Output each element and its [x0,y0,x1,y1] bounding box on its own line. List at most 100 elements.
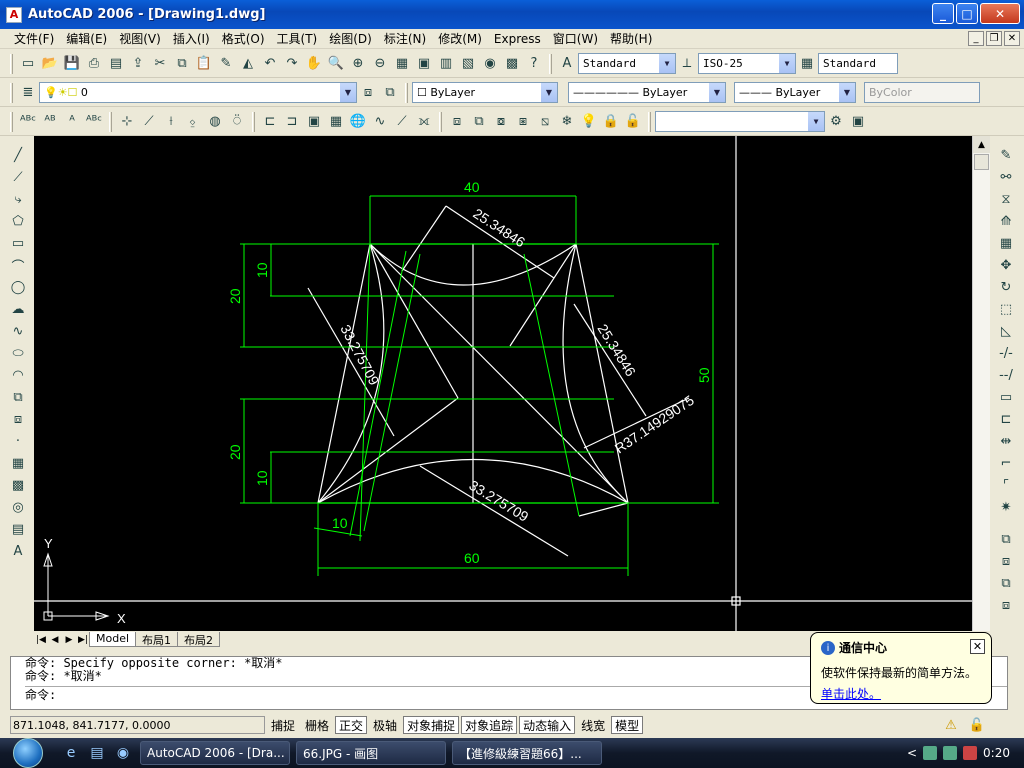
image-icon[interactable]: ▣ [303,111,325,133]
menu-view[interactable]: 视图(V) [113,30,167,47]
draworder-back-icon[interactable]: ⧈ [995,550,1017,572]
prev-tab-icon[interactable]: ◀ [48,633,62,646]
paste-icon[interactable]: 📋 [193,53,215,75]
arc-icon[interactable]: ⌒ [7,254,29,276]
autocad-icon[interactable]: A [6,6,22,23]
extend-icon[interactable]: --/ [995,364,1017,386]
break-point-icon[interactable]: ▭ [995,386,1017,408]
layer-tool6-icon[interactable]: ❄ [556,111,578,133]
layer-tool1-icon[interactable]: ⧈ [446,111,468,133]
inquiry-region-icon[interactable]: ⍥ [226,111,248,133]
menu-insert[interactable]: 插入(I) [167,30,216,47]
ole-icon[interactable]: ∿ [369,111,391,133]
layer-tool4-icon[interactable]: ⧆ [512,111,534,133]
ortho-toggle[interactable]: 正交 [335,716,368,734]
scroll-thumb[interactable] [974,154,989,170]
viewport-icon[interactable]: ▣ [847,111,869,133]
copy-icon[interactable]: ⧉ [171,53,193,75]
ellipse-icon[interactable]: ⬭ [7,342,29,364]
scroll-up-icon[interactable]: ▲ [973,136,990,153]
layer-tool2-icon[interactable]: ⧉ [468,111,490,133]
open-icon[interactable]: 📂 [39,53,61,75]
otrack-toggle[interactable]: 对象追踪 [461,716,518,734]
camera-icon[interactable]: ⚙ [825,111,847,133]
maximize-button[interactable]: □ [956,3,978,24]
inquiry-distance-icon[interactable]: ⊹ [116,111,138,133]
make-current-icon[interactable]: ⧈ [357,82,379,104]
sheet-set-icon[interactable]: ▧ [457,53,479,75]
inquiry-mass-icon[interactable]: ◍ [204,111,226,133]
folder-icon[interactable]: ▤ [86,742,108,764]
balloon-link[interactable]: 单击此处。 [821,685,981,702]
menu-window[interactable]: 窗口(W) [547,30,604,47]
explode-icon[interactable]: ✷ [995,496,1017,518]
menu-tools[interactable]: 工具(T) [271,30,324,47]
draworder-above-icon[interactable]: ⧉ [995,572,1017,594]
vertical-scrollbar[interactable]: ▲ [972,136,990,631]
zoom-previous-icon[interactable]: ⊖ [369,53,391,75]
pan-icon[interactable]: ✋ [303,53,325,75]
first-tab-icon[interactable]: |◀ [34,633,48,646]
trim-icon[interactable]: -/- [995,342,1017,364]
dyn-toggle[interactable]: 动态输入 [519,716,576,734]
ie-icon[interactable]: e [60,742,82,764]
tray-arrow-icon[interactable]: < [907,746,917,760]
hatch-icon[interactable]: ▦ [7,452,29,474]
text-style-select[interactable]: Standard ▼ [578,53,676,74]
osnap-toggle[interactable]: 对象捕捉 [403,716,460,734]
draworder-under-icon[interactable]: ⧈ [995,594,1017,616]
menu-draw[interactable]: 绘图(D) [323,30,378,47]
close-icon[interactable]: ✕ [970,639,985,654]
gradient-icon[interactable]: ▩ [7,474,29,496]
mtext-icon[interactable]: A [7,540,29,562]
polar-toggle[interactable]: 极轴 [369,716,401,734]
spell-icon[interactable]: ᴬᴮᶜ [17,111,39,133]
view-select[interactable]: ▼ [655,111,825,132]
block-icon[interactable]: ⊏ [259,111,281,133]
menu-dimension[interactable]: 标注(N) [378,30,432,47]
undo-icon[interactable]: ↶ [259,53,281,75]
stretch-icon[interactable]: ◺ [995,320,1017,342]
network-icon[interactable] [923,746,938,760]
task-browser[interactable]: 【進修級練習題66】... [452,741,602,765]
layer-select[interactable]: 💡☀☐ 0 ▼ [39,82,357,103]
offset-icon[interactable]: ⟰ [995,210,1017,232]
drawing-canvas[interactable]: 40 25.34846 20 10 50 33.275709 25.34846 … [34,136,972,631]
polygon-icon[interactable]: ⬠ [7,210,29,232]
shield-icon[interactable] [943,746,958,760]
raster-icon[interactable]: ▦ [325,111,347,133]
calculator-icon[interactable]: ▩ [501,53,523,75]
fillet-icon[interactable]: ⌜ [995,474,1017,496]
array-icon[interactable]: ▦ [995,232,1017,254]
model-toggle[interactable]: 模型 [611,716,644,734]
menu-express[interactable]: Express [488,32,547,46]
scale-text-icon[interactable]: ᴬᴮᶜ [83,111,105,133]
lineweight-select[interactable]: ——— ByLayer ▼ [734,82,856,103]
circle-icon[interactable]: ◯ [7,276,29,298]
volume-icon[interactable] [963,746,978,760]
tab-model[interactable]: Model [89,632,137,647]
hyperlink-icon[interactable]: 🌐 [347,111,369,133]
inquiry-list-icon[interactable]: ⟊ [160,111,182,133]
layer-previous-icon[interactable]: ⧉ [379,82,401,104]
start-button[interactable] [0,738,56,768]
dim-style-select[interactable]: ISO-25 ▼ [698,53,796,74]
layer-tool3-icon[interactable]: ⧇ [490,111,512,133]
match-icon[interactable]: ✎ [215,53,237,75]
construction-line-icon[interactable]: ⟋ [7,166,29,188]
clock[interactable]: 0:20 [983,746,1010,760]
properties-icon[interactable]: ▦ [391,53,413,75]
layer-manager-icon[interactable]: ≣ [17,82,39,104]
ellipse-arc-icon[interactable]: ◠ [7,364,29,386]
layer-unlock-icon[interactable]: 🔓 [622,111,644,133]
minimize-button[interactable]: _ [932,3,954,24]
line-icon[interactable]: ╱ [7,144,29,166]
xref-icon[interactable]: ⟋ [391,111,413,133]
task-paint[interactable]: 66.JPG - 画图 [296,741,446,765]
tab-layout1[interactable]: 布局1 [135,632,179,647]
tab-layout2[interactable]: 布局2 [177,632,221,647]
tool-palettes-icon[interactable]: ▥ [435,53,457,75]
lwt-toggle[interactable]: 线宽 [577,716,609,734]
redo-icon[interactable]: ↷ [281,53,303,75]
doc-minimize-button[interactable]: _ [968,31,984,46]
